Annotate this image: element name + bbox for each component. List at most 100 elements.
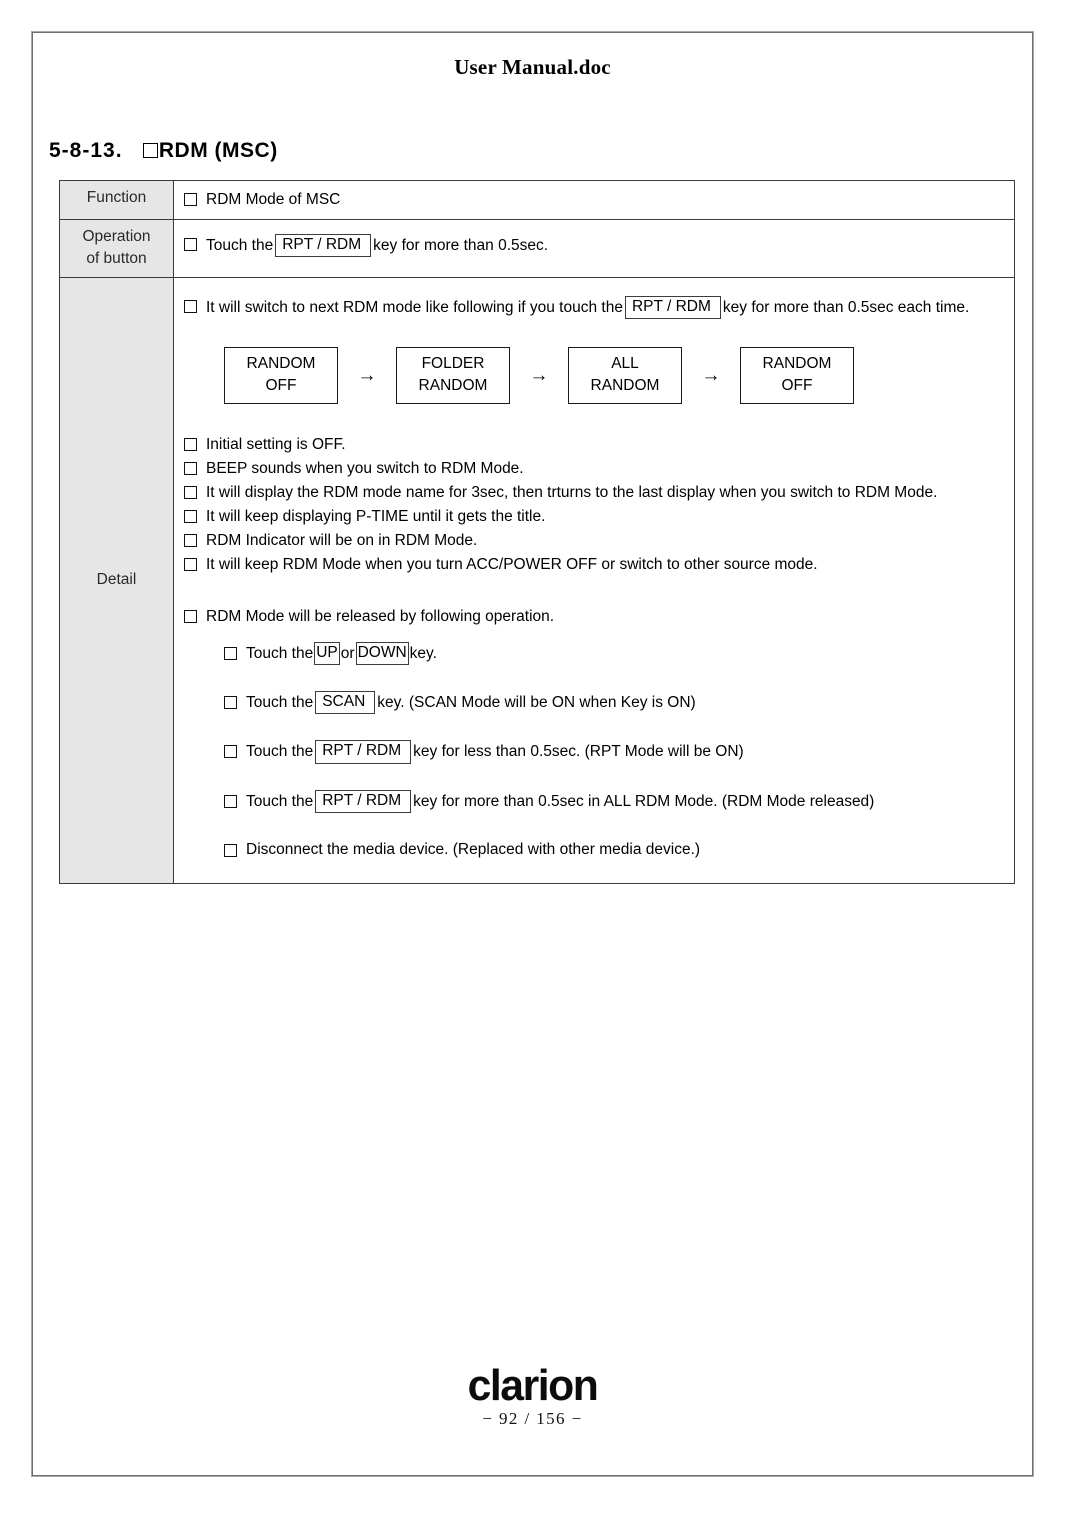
- detail-note: It will display the RDM mode name for 3s…: [206, 484, 938, 502]
- flow-box-all-random: ALL RANDOM: [568, 347, 682, 405]
- section-number: 5-8-13.: [49, 139, 123, 162]
- checkbox-icon: [184, 238, 197, 251]
- checkbox-icon: [224, 843, 237, 857]
- section-title: RDM (MSC): [158, 139, 278, 162]
- checkbox-icon: [184, 193, 197, 206]
- flow-box-line2: RANDOM: [418, 377, 488, 395]
- flow-box-random-off-2: RANDOM OFF: [740, 347, 854, 405]
- flow-box-random-off: RANDOM OFF: [224, 347, 338, 405]
- row-body-detail: It will switch to next RDM mode like fol…: [173, 276, 1015, 884]
- detail-notes-list: Initial setting is OFF. BEEP sounds when…: [184, 434, 1006, 576]
- detail-intro-text: It will switch to next RDM mode like fol…: [206, 295, 970, 320]
- operation-text-post: key for more than 0.5sec.: [373, 237, 549, 254]
- release-item-scan: Touch the SCAN key. (SCAN Mode will be ON …: [246, 691, 696, 715]
- flow-box-line2: OFF: [265, 377, 297, 395]
- release-item-rpt-short: Touch the RPT / RDM key for less than 0.5s…: [246, 740, 744, 764]
- row-label-operation-line1: Operation: [82, 228, 151, 245]
- page-frame: User Manual.doc 5-8-13. RDM (MSC) Functi…: [32, 32, 1033, 1476]
- key-down[interactable]: DOWN: [355, 642, 409, 666]
- section-heading: 5-8-13. RDM (MSC): [49, 139, 278, 163]
- release-text-mid: or: [340, 645, 355, 663]
- detail-intro-pre: It will switch to next RDM mode like fol…: [206, 298, 623, 316]
- clarion-logo: clarion: [467, 1361, 599, 1411]
- checkbox-item: RDM Mode of MSC: [184, 189, 1006, 211]
- flow-box-line1: ALL: [611, 355, 639, 373]
- checkbox-icon: [224, 696, 237, 710]
- arrow-right-icon: →: [529, 365, 549, 387]
- key-rpt-rdm[interactable]: RPT / RDM: [315, 789, 412, 813]
- page-number: − 92 / 156 −: [482, 1409, 583, 1428]
- release-text-pre: Touch the: [246, 645, 314, 663]
- release-text-pre: Touch the: [246, 743, 314, 761]
- flow-box-folder-random: FOLDER RANDOM: [396, 347, 510, 405]
- release-operations-list: Touch the UP or DOWN key. Touch the SCAN key. …: [224, 642, 1006, 861]
- flow-box-line2: RANDOM: [590, 377, 660, 395]
- row-label-detail: Detail: [59, 276, 174, 884]
- function-description: RDM Mode of MSC: [206, 191, 341, 208]
- table-row-detail: Detail It will switch to next RDM mode l…: [59, 276, 1015, 884]
- detail-note: It will keep RDM Mode when you turn ACC/…: [206, 556, 818, 574]
- flow-box-line1: RANDOM: [246, 355, 316, 373]
- checkbox-item: Touch the RPT / RDM key for more than 0.5s…: [224, 789, 1006, 813]
- key-rpt-rdm[interactable]: RPT / RDM: [315, 740, 412, 764]
- flow-box-line1: RANDOM: [762, 355, 832, 373]
- checkbox-item: Disconnect the media device. (Replaced w…: [224, 839, 1006, 861]
- checkbox-icon: [184, 558, 197, 572]
- checkbox-item: BEEP sounds when you switch to RDM Mode.: [184, 458, 1006, 480]
- release-item-up-down: Touch the UP or DOWN key.: [246, 642, 437, 666]
- checkbox-item: Touch the RPT / RDM key for less than 0.5s…: [224, 740, 1006, 764]
- release-text-post: key for more than 0.5sec in ALL RDM Mode…: [413, 792, 875, 810]
- operation-text-pre: Touch the: [206, 237, 274, 254]
- key-scan[interactable]: SCAN: [315, 691, 376, 715]
- checkbox-icon: [184, 462, 197, 476]
- arrow-right-icon: →: [357, 365, 377, 387]
- key-rpt-rdm[interactable]: RPT / RDM: [275, 234, 372, 258]
- detail-note: BEEP sounds when you switch to RDM Mode.: [206, 460, 524, 478]
- page-footer: clarion − 92 / 156 −: [33, 1361, 1032, 1429]
- detail-note: Initial setting is OFF.: [206, 436, 346, 454]
- checkbox-icon: [184, 610, 197, 624]
- release-text-pre: Touch the: [246, 792, 314, 810]
- checkbox-icon: [224, 647, 237, 661]
- checkbox-item: Touch the UP or DOWN key.: [224, 642, 1006, 666]
- checkbox-item: Touch the SCAN key. (SCAN Mode will be ON …: [224, 691, 1006, 715]
- checkbox-item: RDM Indicator will be on in RDM Mode.: [184, 530, 1006, 552]
- checkbox-item: It will display the RDM mode name for 3s…: [184, 482, 1006, 504]
- checkbox-icon: [184, 510, 197, 524]
- row-label-operation-line2: of button: [86, 250, 147, 268]
- flow-box-line2: OFF: [781, 377, 813, 395]
- detail-intro-post: key for more than 0.5sec each time.: [722, 298, 970, 316]
- checkbox-item: It will keep RDM Mode when you turn ACC/…: [184, 554, 1006, 576]
- document-header-title: User Manual.doc: [454, 55, 611, 79]
- checkbox-icon: [142, 143, 158, 158]
- release-text-post: key.: [409, 645, 437, 663]
- checkbox-icon: [184, 438, 197, 452]
- checkbox-icon: [224, 794, 237, 808]
- arrow-right-icon: →: [701, 365, 721, 387]
- checkbox-item: RDM Mode will be released by following o…: [184, 606, 1006, 628]
- key-rpt-rdm[interactable]: RPT / RDM: [624, 295, 721, 320]
- checkbox-item: Initial setting is OFF.: [184, 434, 1006, 456]
- checkbox-icon: [224, 745, 237, 759]
- checkbox-icon: [184, 534, 197, 548]
- detail-note: RDM Indicator will be on in RDM Mode.: [206, 532, 478, 550]
- release-item-disconnect: Disconnect the media device. (Replaced w…: [246, 840, 701, 858]
- checkbox-icon: [184, 486, 197, 500]
- key-up[interactable]: UP: [314, 642, 340, 666]
- checkbox-item: It will keep displaying P-TIME until it …: [184, 506, 1006, 528]
- checkbox-item: It will switch to next RDM mode like fol…: [184, 295, 1006, 320]
- specification-table: Function RDM Mode of MSC Operation of bu…: [59, 180, 1015, 884]
- rdm-mode-flow-diagram: RANDOM OFF → FOLDER RANDOM → ALL RANDOM …: [224, 347, 1006, 405]
- row-body-operation: Touch the RPT / RDM key for more than 0.5s…: [173, 219, 1015, 278]
- row-label-operation: Operation of button: [59, 219, 174, 278]
- flow-box-line1: FOLDER: [421, 355, 485, 373]
- table-row-operation: Operation of button Touch the RPT / RDM ke…: [59, 219, 1015, 278]
- release-heading: RDM Mode will be released by following o…: [206, 608, 555, 626]
- release-text-post: key for less than 0.5sec. (RPT Mode will…: [413, 743, 744, 761]
- checkbox-item: Touch the RPT / RDM key for more than 0.5s…: [184, 234, 1006, 258]
- table-row-function: Function RDM Mode of MSC: [59, 180, 1015, 220]
- row-body-function: RDM Mode of MSC: [173, 180, 1015, 220]
- row-label-function: Function: [59, 180, 174, 220]
- operation-description: Touch the RPT / RDM key for more than 0.5s…: [206, 234, 549, 258]
- release-text-post: key. (SCAN Mode will be ON when Key is O…: [377, 694, 696, 712]
